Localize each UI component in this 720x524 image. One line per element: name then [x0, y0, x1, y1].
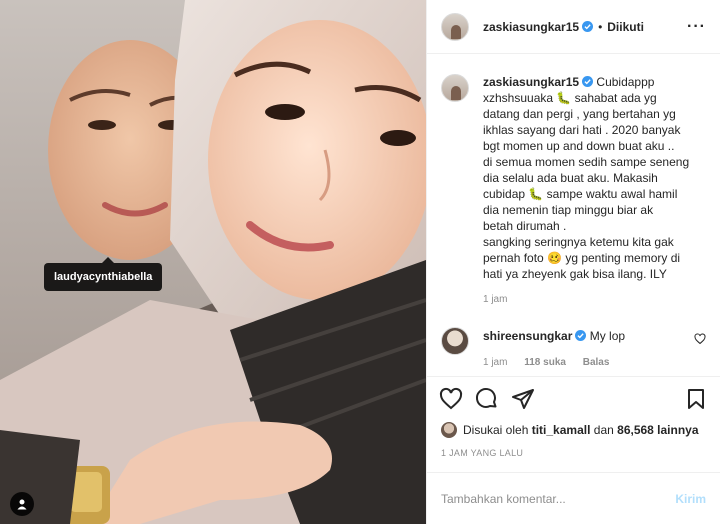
- verified-badge-icon: [582, 21, 594, 32]
- liker-avatar[interactable]: [441, 422, 457, 438]
- more-options-icon[interactable]: ···: [687, 18, 706, 36]
- comment-text: My lop: [589, 329, 626, 343]
- likes-middle: dan: [593, 423, 614, 437]
- likes-summary: Disukai oleh titi_kamall dan 86,568 lain…: [427, 420, 720, 440]
- comment-input[interactable]: [441, 491, 668, 506]
- caption-author-avatar[interactable]: [441, 74, 469, 102]
- caption-text: Cubidappp xzhshsuuaka 🐛 sahabat ada yg d…: [483, 75, 690, 281]
- comment-time[interactable]: 1 jam: [483, 357, 507, 368]
- add-comment-bar: Kirim: [427, 472, 720, 524]
- photo-user-tag[interactable]: laudyacynthiabella: [44, 257, 163, 291]
- comment-body: shireensungkar My lop: [483, 328, 625, 344]
- comment-row: shireensungkar My lop 1 jam 118 suka Bal…: [441, 327, 706, 368]
- like-heart-icon[interactable]: [439, 387, 463, 411]
- commenter-avatar[interactable]: [441, 327, 469, 355]
- author-avatar[interactable]: [441, 12, 469, 41]
- comment-like-heart-icon[interactable]: [694, 333, 706, 345]
- post-timestamp[interactable]: 1 JAM YANG LALU: [427, 440, 720, 472]
- caption-time[interactable]: 1 jam: [483, 294, 507, 305]
- photo-scene: [0, 0, 426, 524]
- caption-body: zaskiasungkar15 Cubidappp xzhshsuuaka 🐛 …: [483, 74, 705, 282]
- tagged-users-button[interactable]: [10, 492, 34, 516]
- post-header: zaskiasungkar15 • Diikuti ···: [427, 0, 720, 54]
- caption-verified-badge-icon: [582, 76, 594, 87]
- comment-bubble-icon[interactable]: [475, 387, 499, 411]
- comment-reply-button[interactable]: Balas: [583, 357, 610, 368]
- likes-user[interactable]: titi_kamall: [532, 423, 591, 437]
- photo-user-tag-label: laudyacynthiabella: [54, 271, 153, 283]
- post-side-panel: zaskiasungkar15 • Diikuti ··· zaskiasung…: [426, 0, 720, 524]
- save-bookmark-icon[interactable]: [684, 387, 708, 411]
- caption-username[interactable]: zaskiasungkar15: [483, 75, 579, 89]
- share-paper-plane-icon[interactable]: [511, 387, 535, 411]
- caption-row: zaskiasungkar15 Cubidappp xzhshsuuaka 🐛 …: [441, 74, 706, 305]
- post-comment-button[interactable]: Kirim: [675, 492, 706, 506]
- header-separator: •: [598, 19, 603, 34]
- author-username[interactable]: zaskiasungkar15: [483, 20, 579, 34]
- caption-meta: 1 jam: [483, 294, 705, 305]
- follow-status-button[interactable]: Diikuti: [607, 20, 644, 34]
- user-icon: [17, 499, 27, 510]
- comments-section[interactable]: zaskiasungkar15 Cubidappp xzhshsuuaka 🐛 …: [427, 54, 720, 376]
- comment-username[interactable]: shireensungkar: [483, 329, 572, 343]
- likes-prefix: Disukai oleh: [463, 423, 529, 437]
- comment-meta: 1 jam 118 suka Balas: [483, 357, 706, 368]
- comment-verified-badge-icon: [575, 330, 587, 341]
- comment-like-count[interactable]: 118 suka: [524, 357, 566, 368]
- likes-count[interactable]: 86,568 lainnya: [617, 423, 698, 437]
- post-photo[interactable]: laudyacynthiabella: [0, 0, 426, 524]
- post-actions-bar: [427, 376, 720, 420]
